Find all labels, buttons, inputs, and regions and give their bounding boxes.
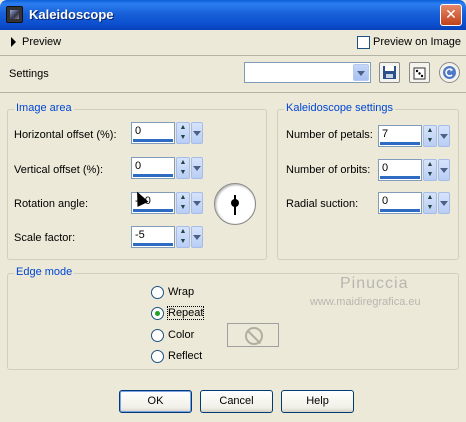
- image-area-title: Image area: [14, 102, 74, 114]
- number-of-orbits-updown[interactable]: ▲ ▼: [423, 159, 437, 181]
- horizontal-offset-dropdown-icon[interactable]: [191, 122, 203, 144]
- edge-color-swatch[interactable]: [227, 323, 279, 347]
- vertical-offset-dropdown-icon[interactable]: [191, 157, 203, 179]
- window-title: Kaleidoscope: [29, 7, 114, 22]
- floppy-disk-icon: [383, 66, 396, 79]
- number-of-petals-label: Number of petals:: [286, 129, 373, 141]
- no-color-icon: [245, 327, 263, 345]
- expand-preview-arrow-icon[interactable]: [11, 37, 16, 47]
- rotation-dial-knob: [231, 199, 239, 207]
- preview-on-image-label[interactable]: Preview on Image: [373, 36, 461, 48]
- radial-suction-label: Radial suction:: [286, 198, 359, 210]
- radial-suction-updown[interactable]: ▲ ▼: [423, 192, 437, 214]
- header-divider: [0, 92, 466, 93]
- rotation-angle-dropdown-icon[interactable]: [191, 192, 203, 214]
- dice-icon: [413, 67, 426, 80]
- kaleidoscope-settings-title: Kaleidoscope settings: [284, 102, 396, 114]
- horizontal-offset-input[interactable]: 0: [131, 122, 175, 144]
- settings-bar: Settings: [0, 57, 466, 93]
- preview-bar: Preview Preview on Image: [0, 30, 466, 56]
- scale-factor-updown[interactable]: ▲ ▼: [176, 226, 190, 248]
- preset-dropdown-arrow-icon[interactable]: [353, 64, 369, 81]
- help-button[interactable]: Help: [281, 390, 354, 413]
- reflect-label[interactable]: Reflect: [168, 350, 202, 362]
- horizontal-offset-label: Horizontal offset (%):: [14, 129, 117, 141]
- repeat-label[interactable]: Repeat: [166, 306, 205, 320]
- close-button[interactable]: ✕: [440, 4, 462, 26]
- reset-arrow-icon: [443, 66, 456, 79]
- horizontal-offset-updown[interactable]: ▲ ▼: [176, 122, 190, 144]
- app-icon: [6, 6, 23, 23]
- preview-label[interactable]: Preview: [22, 36, 61, 48]
- scale-factor-label: Scale factor:: [14, 232, 76, 244]
- number-of-petals-updown[interactable]: ▲ ▼: [423, 125, 437, 147]
- reset-button[interactable]: [439, 62, 460, 83]
- number-of-orbits-label: Number of orbits:: [286, 164, 371, 176]
- number-of-orbits-spinner[interactable]: 0 ▲ ▼: [378, 159, 450, 181]
- repeat-radio[interactable]: [151, 307, 164, 320]
- cancel-button[interactable]: Cancel: [200, 390, 273, 413]
- vertical-offset-label: Vertical offset (%):: [14, 164, 104, 176]
- radial-suction-input[interactable]: 0: [378, 192, 422, 214]
- wrap-radio[interactable]: [151, 286, 164, 299]
- number-of-orbits-input[interactable]: 0: [378, 159, 422, 181]
- radial-suction-spinner[interactable]: 0 ▲ ▼: [378, 192, 450, 214]
- settings-label: Settings: [9, 68, 49, 80]
- horizontal-offset-spinner[interactable]: 0 ▲ ▼: [131, 122, 203, 144]
- radial-suction-dropdown-icon[interactable]: [438, 192, 450, 214]
- vertical-offset-updown[interactable]: ▲ ▼: [176, 157, 190, 179]
- reflect-radio[interactable]: [151, 350, 164, 363]
- scale-factor-dropdown-icon[interactable]: [191, 226, 203, 248]
- vertical-offset-spinner[interactable]: 0 ▲ ▼: [131, 157, 203, 179]
- rotation-angle-updown[interactable]: ▲ ▼: [176, 192, 190, 214]
- number-of-petals-input[interactable]: 7: [378, 125, 422, 147]
- vertical-offset-input[interactable]: 0: [131, 157, 175, 179]
- save-preset-button[interactable]: [379, 62, 400, 83]
- number-of-petals-dropdown-icon[interactable]: [438, 125, 450, 147]
- rotation-dial[interactable]: [214, 183, 256, 225]
- edge-mode-title: Edge mode: [14, 266, 75, 278]
- number-of-orbits-dropdown-icon[interactable]: [438, 159, 450, 181]
- rotation-angle-label: Rotation angle:: [14, 198, 88, 210]
- color-label[interactable]: Color: [168, 329, 194, 341]
- wrap-label[interactable]: Wrap: [168, 286, 194, 298]
- color-radio[interactable]: [151, 329, 164, 342]
- randomize-button[interactable]: [409, 62, 430, 83]
- watermark-name: Pinuccia: [340, 275, 409, 292]
- number-of-petals-spinner[interactable]: 7 ▲ ▼: [378, 125, 450, 147]
- title-bar[interactable]: Kaleidoscope ✕: [0, 0, 466, 30]
- preset-dropdown[interactable]: [244, 62, 371, 83]
- preview-on-image-checkbox[interactable]: [357, 36, 370, 49]
- scale-factor-input[interactable]: -5: [131, 226, 175, 248]
- scale-factor-spinner[interactable]: -5 ▲ ▼: [131, 226, 203, 248]
- watermark-url: www.maidiregrafica.eu: [310, 296, 421, 308]
- ok-button[interactable]: OK: [119, 390, 192, 413]
